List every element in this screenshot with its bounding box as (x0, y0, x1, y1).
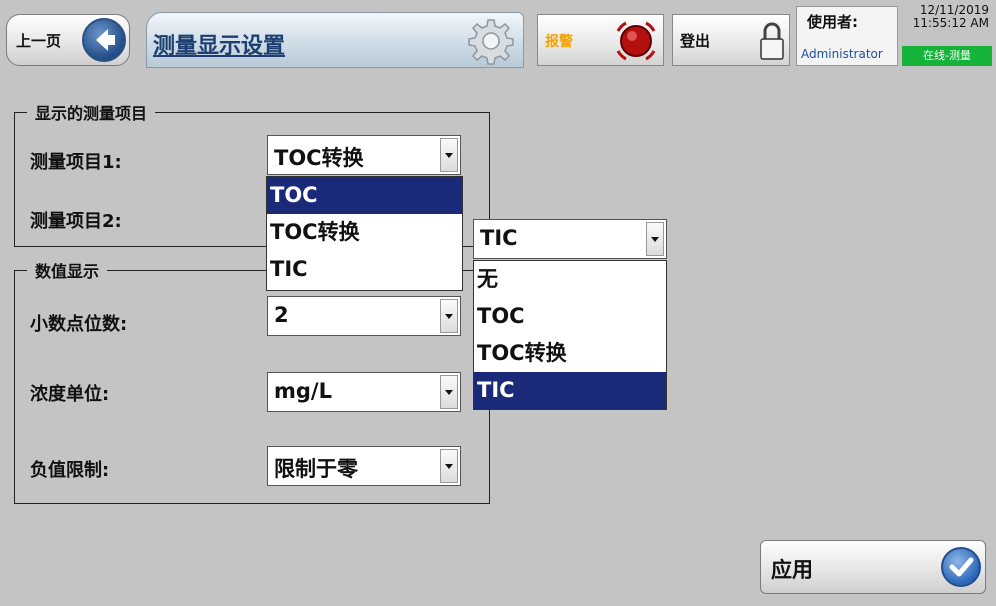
left-arrow-icon (82, 18, 126, 62)
decimals-label: 小数点位数: (30, 314, 128, 335)
chevron-down-icon[interactable] (440, 449, 458, 483)
negative-limit-label: 负值限制: (30, 460, 110, 481)
lock-icon (759, 21, 785, 65)
negative-limit-value: 限制于零 (274, 457, 358, 481)
gear-icon (467, 17, 515, 69)
alarm-button-label: 报警 (545, 34, 573, 50)
item1-label: 测量项目1: (30, 152, 122, 173)
negative-limit-select[interactable]: 限制于零 (267, 446, 461, 486)
logout-button-label: 登出 (680, 32, 711, 50)
dropdown-option[interactable]: TIC (267, 251, 462, 288)
time-text: 11:55:12 AM (912, 16, 989, 30)
decimals-select[interactable]: 2 (267, 296, 461, 336)
dropdown-option[interactable]: TOC (267, 177, 462, 214)
dropdown-option[interactable]: TOC (474, 298, 666, 335)
datetime: 12/11/2019 11:55:12 AM (900, 4, 992, 44)
item2-label: 测量项目2: (30, 211, 122, 232)
unit-value: mg/L (274, 379, 332, 403)
back-button[interactable]: 上一页 (6, 14, 130, 66)
user-label: 使用者: (807, 13, 858, 31)
numeric-display-legend: 数值显示 (27, 258, 108, 282)
page-title-panel: 测量显示设置 (146, 12, 524, 68)
apply-button[interactable]: 应用 (760, 540, 986, 594)
item2-select[interactable]: TIC (473, 219, 667, 259)
dropdown-option[interactable]: 无 (474, 261, 666, 298)
unit-select[interactable]: mg/L (267, 372, 461, 412)
dropdown-option[interactable]: TOC转换 (474, 335, 666, 372)
back-button-label: 上一页 (16, 32, 62, 50)
item2-dropdown-list: 无 TOC TOC转换 TIC (473, 260, 667, 410)
item1-select[interactable]: TOC转换 (267, 135, 461, 175)
checkmark-icon (941, 547, 981, 587)
item1-value: TOC转换 (274, 146, 364, 170)
alarm-button[interactable]: 报警 (537, 14, 664, 66)
page-title: 测量显示设置 (153, 34, 286, 59)
apply-button-label: 应用 (771, 558, 813, 582)
item2-value: TIC (480, 226, 518, 250)
unit-label: 浓度单位: (30, 384, 110, 405)
chevron-down-icon[interactable] (440, 375, 458, 409)
dropdown-option[interactable]: TOC转换 (267, 214, 462, 251)
chevron-down-icon[interactable] (646, 222, 664, 256)
status-badge: 在线-测量 (902, 46, 992, 66)
user-name: Administrator (801, 47, 883, 61)
logout-button[interactable]: 登出 (672, 14, 790, 66)
decimals-value: 2 (274, 303, 289, 327)
top-bar: 上一页 测量显示设置 报警 登出 使用者: Administrator 12/1… (0, 0, 996, 72)
chevron-down-icon[interactable] (440, 138, 458, 172)
chevron-down-icon[interactable] (440, 299, 458, 333)
user-info: 使用者: Administrator (796, 6, 898, 66)
measure-items-legend: 显示的测量项目 (27, 100, 156, 124)
item1-dropdown-list: TOC TOC转换 TIC (266, 176, 463, 291)
dropdown-option[interactable]: TIC (474, 372, 666, 409)
alarm-icon (614, 19, 658, 67)
